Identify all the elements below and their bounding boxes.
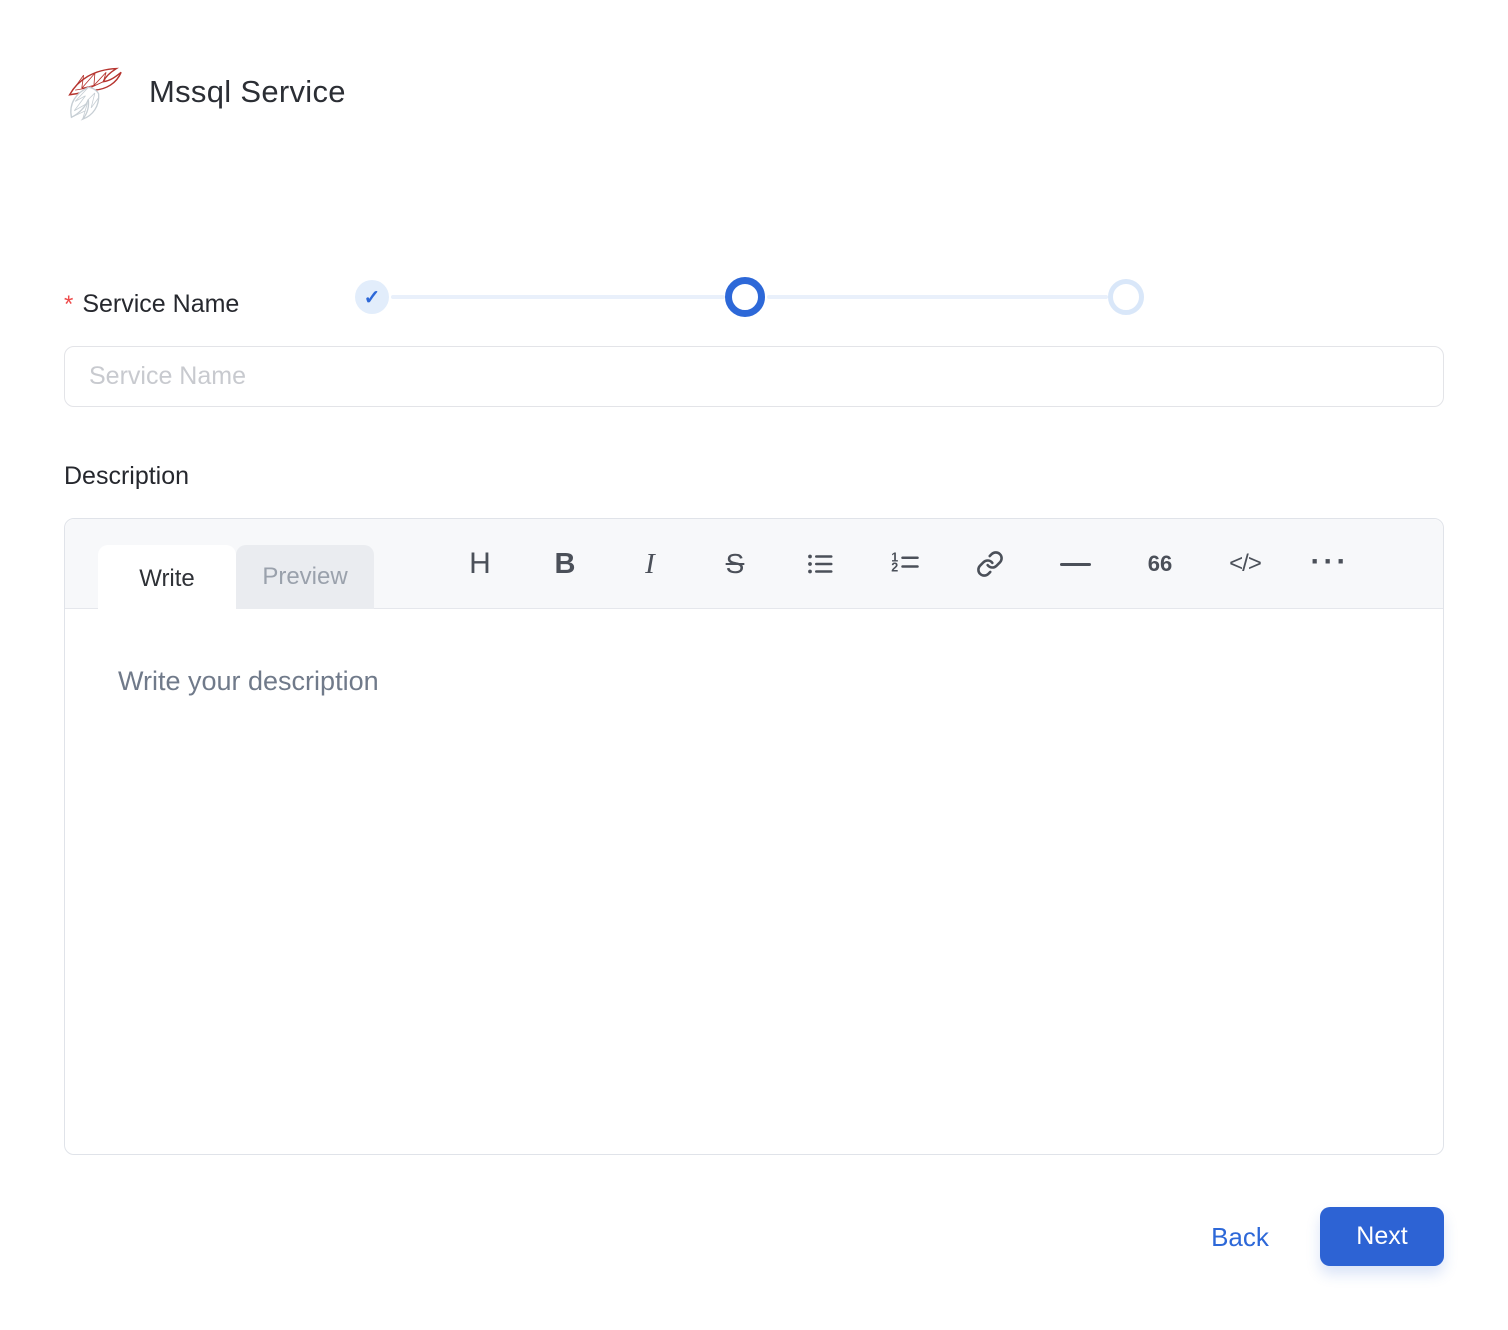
- description-placeholder: Write your description: [118, 666, 379, 696]
- heading-button[interactable]: H: [457, 536, 503, 592]
- page: Mssql Service ✓ Select Service Type Conf…: [0, 0, 1508, 1330]
- link-icon: [977, 551, 1003, 577]
- ordered-list-icon: 12: [891, 551, 919, 575]
- strikethrough-button[interactable]: S: [712, 536, 758, 592]
- horizontal-rule-button[interactable]: [1052, 536, 1098, 592]
- code-button[interactable]: </>: [1222, 536, 1268, 592]
- link-button[interactable]: [967, 536, 1013, 592]
- svg-text:2: 2: [891, 561, 898, 575]
- description-textarea[interactable]: Write your description: [65, 610, 1443, 1154]
- tab-write[interactable]: Write: [98, 545, 236, 613]
- step-completed-icon[interactable]: ✓: [355, 280, 389, 314]
- page-title: Mssql Service: [149, 74, 346, 109]
- stepper: ✓ Select Service Type Configure Service …: [0, 138, 1508, 368]
- service-name-label-text: Service Name: [82, 290, 240, 318]
- quote-button[interactable]: 66: [1137, 536, 1183, 592]
- italic-button[interactable]: I: [627, 536, 673, 592]
- service-name-input[interactable]: [64, 346, 1444, 407]
- unordered-list-icon: [808, 554, 833, 574]
- stepper-connector: [767, 295, 1108, 299]
- service-name-label: * Service Name: [64, 290, 239, 320]
- stepper-connector: [391, 295, 725, 299]
- app-header: Mssql Service: [63, 62, 346, 122]
- check-icon: ✓: [363, 286, 381, 309]
- back-button[interactable]: Back: [1185, 1207, 1295, 1267]
- unordered-list-button[interactable]: [797, 536, 843, 592]
- description-label: Description: [64, 462, 189, 491]
- mssql-logo-icon: [68, 67, 122, 121]
- step-pending-icon[interactable]: [1108, 279, 1144, 315]
- tab-preview[interactable]: Preview: [236, 545, 374, 609]
- description-label-text: Description: [64, 462, 190, 490]
- editor-header: Write Preview H B I S 1 2 66 </> ···: [65, 519, 1443, 613]
- description-editor: Write Preview H B I S 1 2 66 </> ··· Wri…: [64, 518, 1444, 1155]
- editor-toolbar: H B I S 1 2 66 </> ···: [457, 519, 1353, 609]
- horizontal-rule-icon: [1059, 562, 1091, 566]
- more-options-button[interactable]: ···: [1307, 536, 1353, 592]
- bold-button[interactable]: B: [542, 536, 588, 592]
- ordered-list-button[interactable]: 12: [882, 536, 928, 592]
- next-button[interactable]: Next: [1320, 1207, 1444, 1266]
- required-asterisk: *: [64, 291, 74, 318]
- step-active-icon[interactable]: [725, 277, 765, 317]
